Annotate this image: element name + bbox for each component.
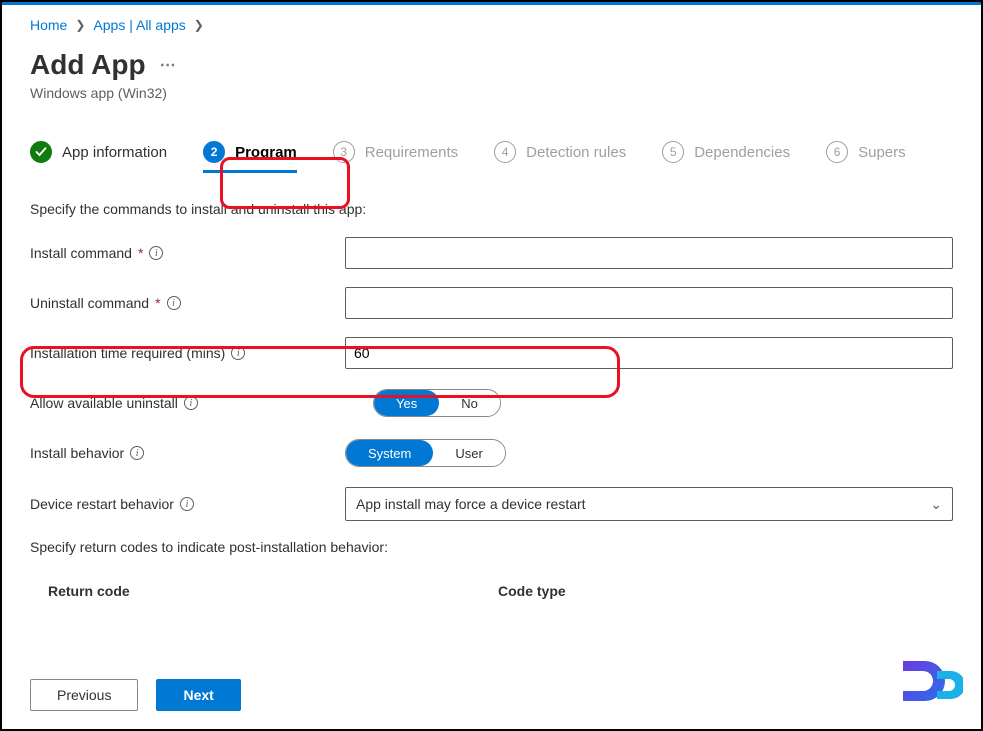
col-code-type: Code type <box>498 583 566 599</box>
info-icon[interactable]: i <box>130 446 144 460</box>
wizard-steps: App information 2 Program 3 Requirements… <box>30 141 953 173</box>
page-title: Add App ⋯ <box>30 49 953 81</box>
return-codes-table-header: Return code Code type <box>30 575 953 609</box>
row-uninstall-command: Uninstall command * i <box>30 287 953 319</box>
breadcrumb-home[interactable]: Home <box>30 17 67 33</box>
label-install-command: Install command * i <box>30 245 345 261</box>
step-number-badge: 4 <box>494 141 516 163</box>
step-number-badge: 2 <box>203 141 225 163</box>
step-app-information[interactable]: App information <box>30 141 167 173</box>
label-restart-behavior: Device restart behavior i <box>30 496 345 512</box>
toggle-no[interactable]: No <box>439 390 500 416</box>
next-button[interactable]: Next <box>156 679 240 711</box>
restart-behavior-select[interactable]: App install may force a device restart ⌄ <box>345 487 953 521</box>
info-icon[interactable]: i <box>231 346 245 360</box>
label-allow-uninstall: Allow available uninstall i <box>30 395 345 411</box>
chevron-right-icon: ❯ <box>194 18 204 32</box>
more-actions-icon[interactable]: ⋯ <box>160 55 178 75</box>
toggle-user[interactable]: User <box>433 440 504 466</box>
required-asterisk: * <box>138 245 143 261</box>
section-intro-1: Specify the commands to install and unin… <box>30 201 953 217</box>
wizard-footer: Previous Next <box>30 679 241 711</box>
label-install-time: Installation time required (mins) i <box>30 345 345 361</box>
install-behavior-toggle[interactable]: System User <box>345 439 506 467</box>
step-detection-rules[interactable]: 4 Detection rules <box>494 141 626 173</box>
previous-button[interactable]: Previous <box>30 679 138 711</box>
label-uninstall-command: Uninstall command * i <box>30 295 345 311</box>
info-icon[interactable]: i <box>180 497 194 511</box>
row-install-command: Install command * i <box>30 237 953 269</box>
chevron-right-icon: ❯ <box>75 18 85 32</box>
section-intro-2: Specify return codes to indicate post-in… <box>30 539 953 555</box>
info-icon[interactable]: i <box>184 396 198 410</box>
info-icon[interactable]: i <box>149 246 163 260</box>
step-number-badge: 3 <box>333 141 355 163</box>
step-program[interactable]: 2 Program <box>203 141 297 173</box>
required-asterisk: * <box>155 295 160 311</box>
label-install-behavior: Install behavior i <box>30 445 345 461</box>
chevron-down-icon: ⌄ <box>930 496 942 513</box>
toggle-yes[interactable]: Yes <box>374 390 439 416</box>
step-dependencies[interactable]: 5 Dependencies <box>662 141 790 173</box>
uninstall-command-input[interactable] <box>345 287 953 319</box>
step-number-badge: 5 <box>662 141 684 163</box>
breadcrumb: Home ❯ Apps | All apps ❯ <box>30 17 953 33</box>
page-subtitle: Windows app (Win32) <box>30 85 953 101</box>
step-requirements[interactable]: 3 Requirements <box>333 141 458 173</box>
row-restart-behavior: Device restart behavior i App install ma… <box>30 487 953 521</box>
check-icon <box>30 141 52 163</box>
col-return-code: Return code <box>48 583 498 599</box>
step-number-badge: 6 <box>826 141 848 163</box>
row-install-time: Installation time required (mins) i <box>30 337 953 369</box>
breadcrumb-apps[interactable]: Apps | All apps <box>93 17 185 33</box>
brand-logo-icon <box>897 657 963 709</box>
row-install-behavior: Install behavior i System User <box>30 437 953 469</box>
step-supersedence[interactable]: 6 Supers <box>826 141 906 173</box>
install-time-input[interactable] <box>345 337 953 369</box>
allow-uninstall-toggle[interactable]: Yes No <box>373 389 501 417</box>
toggle-system[interactable]: System <box>346 440 433 466</box>
install-command-input[interactable] <box>345 237 953 269</box>
row-allow-uninstall: Allow available uninstall i Yes No <box>30 387 953 419</box>
info-icon[interactable]: i <box>167 296 181 310</box>
